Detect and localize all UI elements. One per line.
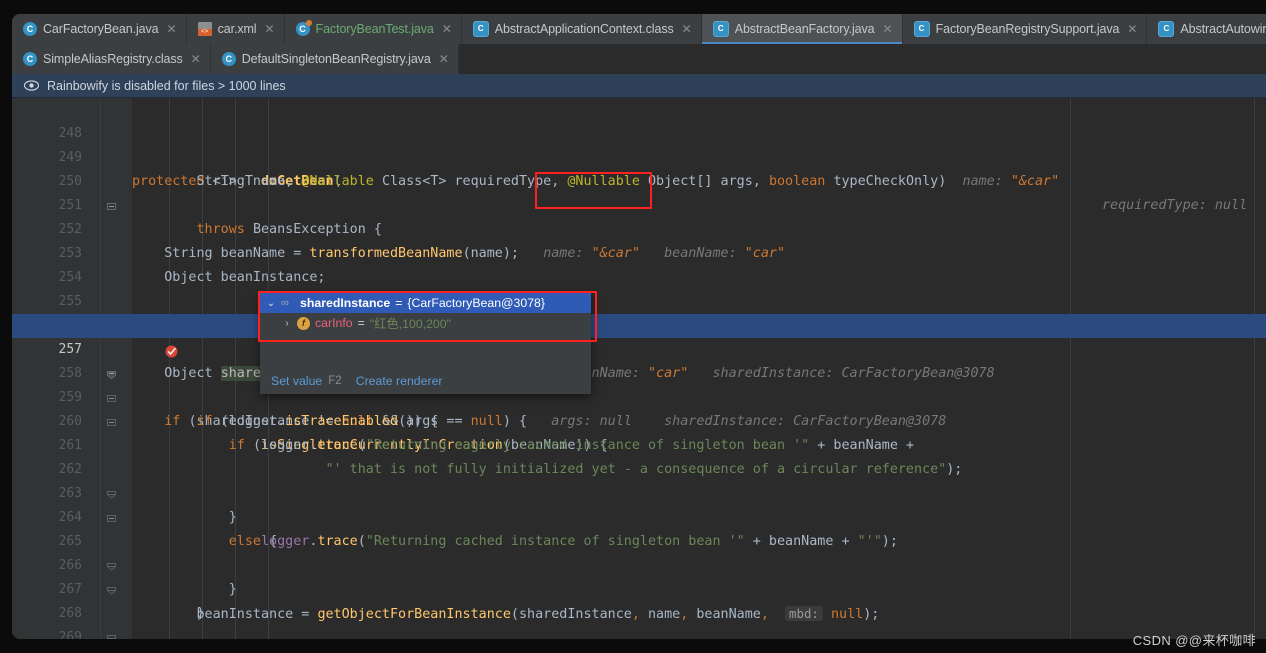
ide-window: C CarFactoryBean.java ✕ car.xml ✕ C Fact… [12, 14, 1266, 639]
fold-marker-icon[interactable] [107, 514, 116, 571]
chevron-right-icon[interactable]: › [282, 318, 292, 329]
field-icon: f [297, 316, 310, 330]
java-classfile-icon: C [913, 21, 930, 37]
java-class-icon: C [221, 52, 236, 66]
code-line[interactable]: 255 // Eagerly check singleton cache for… [12, 266, 1266, 333]
debugger-value-popup[interactable]: ⌄ ∞ sharedInstance = {CarFactoryBean@307… [260, 293, 591, 394]
code-line[interactable]: 266 } [12, 530, 1266, 621]
equals-sign: = [395, 296, 403, 310]
screenshot-root: C CarFactoryBean.java ✕ car.xml ✕ C Fact… [0, 0, 1266, 653]
editor-tab-label: SimpleAliasRegistry.class [43, 52, 183, 66]
breakpoint-icon[interactable] [84, 319, 178, 358]
code-line[interactable]: 259 if (isSingletonCurrentlyInCreation(b… [12, 362, 1266, 453]
close-icon[interactable]: ✕ [682, 22, 692, 36]
fold-marker-icon[interactable] [107, 154, 116, 211]
editor-tab-abstractapplicationcontext[interactable]: C AbstractApplicationContext.class ✕ [461, 14, 702, 44]
java-class-icon: C [23, 22, 37, 36]
code-line[interactable]: 250 throws BeansException { [12, 146, 1266, 237]
code-line[interactable]: 263 else { [12, 458, 1266, 549]
watermark: CSDN @@来杯咖啡 [1132, 633, 1256, 648]
code-editor[interactable]: 248 protected <T> T doGetBean( 249 Strin… [12, 98, 1266, 639]
code-line[interactable]: 269 [12, 602, 1266, 639]
xml-file-icon [197, 22, 212, 36]
editor-tab-row-1: C CarFactoryBean.java ✕ car.xml ✕ C Fact… [12, 14, 1266, 44]
eye-icon [23, 80, 40, 91]
fold-marker-icon[interactable] [107, 106, 116, 115]
editor-tab-defaultsingletonbeanregistry[interactable]: C DefaultSingletonBeanRegistry.java ✕ [210, 44, 459, 74]
java-classfile-icon: C [1158, 21, 1175, 37]
debugger-value-row-sharedinstance[interactable]: ⌄ ∞ sharedInstance = {CarFactoryBean@307… [260, 293, 591, 313]
code-line[interactable]: 264 logger.trace("Returning cached insta… [12, 482, 1266, 549]
intention-bulb-icon[interactable] [124, 294, 217, 333]
editor-tab-label: FactoryBeanTest.java [315, 22, 434, 36]
close-icon[interactable]: ✕ [442, 22, 452, 36]
debugger-variable-name: carInfo [315, 316, 353, 330]
notification-bar[interactable]: Rainbowify is disabled for files > 1000 … [12, 74, 1266, 98]
fold-marker-icon[interactable] [107, 346, 116, 403]
debugger-popup-actions: Set value F2 Create renderer [260, 368, 591, 394]
fold-marker-icon[interactable] [107, 442, 116, 499]
set-value-shortcut: F2 [328, 375, 342, 387]
editor-tab-label: car.xml [217, 22, 257, 36]
code-line-highlighted[interactable]: 257 if (sharedInstance != null && args =… [12, 314, 1266, 429]
code-lines[interactable]: 248 protected <T> T doGetBean( 249 Strin… [12, 98, 1266, 639]
fold-marker-icon[interactable] [107, 466, 116, 523]
editor-tab-label: FactoryBeanRegistrySupport.java [935, 22, 1120, 36]
fold-marker-icon[interactable] [107, 634, 116, 639]
close-icon[interactable]: ✕ [883, 22, 893, 36]
code-line[interactable]: 253 Object beanInstance; [12, 218, 1266, 285]
editor-tab-label: CarFactoryBean.java [43, 22, 159, 36]
java-classfile-icon: C [472, 21, 489, 37]
editor-tab-factorybeantest[interactable]: C FactoryBeanTest.java ✕ [284, 14, 462, 44]
editor-tab-label: AbstractBeanFactory.java [734, 22, 875, 36]
java-class-icon: C [23, 52, 37, 66]
java-classfile-icon: C [712, 21, 729, 37]
editor-tab-row-2: C SimpleAliasRegistry.class ✕ C DefaultS… [12, 44, 1266, 74]
set-value-link[interactable]: Set value [271, 374, 322, 388]
debugger-variable-value: "红色,100,200" [369, 317, 451, 331]
code-line[interactable]: 265 } [12, 506, 1266, 597]
debugger-value-row-carinfo[interactable]: › f carInfo = "红色,100,200" [260, 313, 591, 333]
reference-icon: ∞ [281, 297, 289, 309]
close-icon[interactable]: ✕ [1127, 22, 1137, 36]
code-line[interactable]: 249 String name, @Nullable Class<T> requ… [12, 122, 1266, 213]
close-icon[interactable]: ✕ [167, 22, 177, 36]
editor-tab-abstractautowirecapablebeanfactory[interactable]: C AbstractAutowireCapableBeanF [1147, 14, 1266, 44]
java-test-class-icon: C [295, 20, 312, 36]
code-line[interactable]: 254 [12, 242, 1266, 285]
editor-tab-carxml[interactable]: car.xml ✕ [186, 14, 285, 44]
close-icon[interactable]: ✕ [439, 52, 449, 66]
fold-marker-icon[interactable] [107, 538, 116, 595]
fold-marker-icon[interactable] [107, 322, 116, 380]
code-line[interactable]: 252 String beanName = transformedBeanNam… [12, 194, 1266, 261]
equals-sign: = [357, 316, 365, 330]
code-line[interactable]: 260 logger.trace("Returning eagerly cach… [12, 386, 1266, 453]
fold-marker-icon[interactable] [107, 586, 116, 639]
close-icon[interactable]: ✕ [191, 52, 201, 66]
code-line[interactable]: 262 } [12, 434, 1266, 525]
notification-text: Rainbowify is disabled for files > 1000 … [47, 78, 286, 93]
code-line[interactable]: 248 protected <T> T doGetBean( [12, 98, 1266, 189]
editor-tab-abstractbeanfactory[interactable]: C AbstractBeanFactory.java ✕ [701, 14, 903, 44]
fold-marker-icon[interactable] [107, 370, 116, 427]
debugger-variable-value: {CarFactoryBean@3078} [407, 296, 545, 310]
create-renderer-link[interactable]: Create renderer [356, 374, 443, 388]
code-line[interactable]: 261 "' that is not fully initialized yet… [12, 410, 1266, 477]
chevron-down-icon[interactable]: ⌄ [266, 298, 276, 309]
editor-tab-factorybeanregistrysupport[interactable]: C FactoryBeanRegistrySupport.java ✕ [902, 14, 1148, 44]
editor-tab-label: AbstractApplicationContext.class [494, 22, 674, 36]
code-line[interactable]: 270 else { [12, 626, 1266, 639]
editor-tab-label: DefaultSingletonBeanRegistry.java [241, 52, 431, 66]
code-line[interactable]: 267 beanInstance = getObjectForBeanInsta… [12, 554, 1266, 622]
editor-tab-carfactorybean[interactable]: C CarFactoryBean.java ✕ [12, 14, 187, 44]
debugger-variable-name: sharedInstance [300, 296, 391, 310]
code-line[interactable]: 268 } [12, 578, 1266, 639]
code-line[interactable]: 256 Object sharedInstance = getSingleton… [12, 290, 1266, 382]
code-line[interactable]: 258 if (logger.isTraceEnabled()) { [12, 338, 1266, 429]
close-icon[interactable]: ✕ [264, 22, 274, 36]
editor-tab-simplealiasregistry[interactable]: C SimpleAliasRegistry.class ✕ [12, 44, 211, 74]
code-line[interactable]: 251 [12, 170, 1266, 213]
editor-tab-label: AbstractAutowireCapableBeanF [1180, 22, 1266, 36]
